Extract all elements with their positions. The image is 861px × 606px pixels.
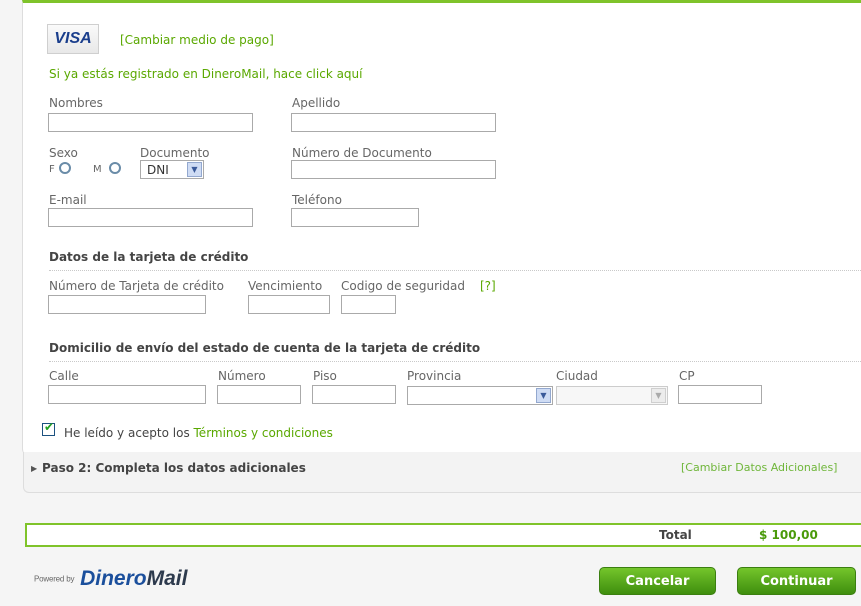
sexo-m-label: M [93,164,102,175]
address-section-divider [49,361,861,362]
address-section-title: Domicilio de envío del estado de cuenta … [49,341,481,355]
sexo-m-radio[interactable] [109,162,121,174]
security-code-help-link[interactable]: [?] [480,279,496,293]
ciudad-select[interactable]: ▼ [556,386,668,405]
address-numero-label: Número [218,369,266,383]
codigo-seguridad-label: Codigo de seguridad [341,279,465,293]
calle-label: Calle [49,369,79,383]
calle-input[interactable] [48,385,206,404]
visa-card-logo: VISA [47,24,99,54]
dineromail-logo: Powered by DineroMail [34,567,187,591]
card-number-label: Número de Tarjeta de crédito [49,279,224,293]
ciudad-label: Ciudad [556,369,598,383]
powered-by-text: Powered by [34,574,75,584]
telefono-input[interactable] [291,208,419,227]
vencimiento-input[interactable] [248,295,330,314]
total-bar: Total $ 100,00 [25,523,861,547]
numero-documento-label: Número de Documento [292,146,432,160]
change-payment-method-link[interactable]: [Cambiar medio de pago] [120,33,274,47]
check-icon: ✔ [44,420,55,434]
chevron-down-icon: ▼ [187,162,202,177]
apellido-input[interactable] [291,113,496,132]
codigo-seguridad-input[interactable] [341,295,396,314]
numero-documento-input[interactable] [291,160,496,179]
apellido-label: Apellido [292,96,341,110]
continue-button[interactable]: Continuar [737,567,856,595]
terms-checkbox[interactable]: ✔ [42,420,55,436]
piso-label: Piso [313,369,337,383]
step2-title: Paso 2: Completa los datos adicionales [42,461,306,475]
provincia-select[interactable]: ▼ [407,386,553,405]
brand-dinero: Dinero [80,567,147,590]
card-section-divider [49,270,861,271]
total-label: Total [659,528,692,542]
total-amount: $ 100,00 [759,528,818,542]
registered-login-link[interactable]: Si ya estás registrado en DineroMail, ha… [49,67,363,81]
brand-mail: Mail [146,567,188,590]
terms-link[interactable]: Términos y condiciones [194,426,333,440]
payment-form-panel: VISA [Cambiar medio de pago] Si ya estás… [22,0,861,455]
sexo-f-label: F [49,164,55,175]
email-label: E-mail [49,193,87,207]
sexo-f-radio[interactable] [59,162,71,174]
vencimiento-label: Vencimiento [248,279,323,293]
card-number-input[interactable] [48,295,206,314]
documento-select[interactable]: DNI ▼ [140,160,204,179]
card-section-title: Datos de la tarjeta de crédito [49,250,249,264]
step2-bar[interactable]: ▶ Paso 2: Completa los datos adicionales… [23,452,861,493]
address-numero-input[interactable] [217,385,301,404]
cancel-button[interactable]: Cancelar [599,567,716,595]
expand-arrow-icon: ▶ [31,464,38,473]
email-input[interactable] [48,208,253,227]
change-additional-data-link[interactable]: [Cambiar Datos Adicionales] [681,461,837,474]
telefono-label: Teléfono [292,193,342,207]
terms-text: He leído y acepto los Términos y condici… [64,426,333,440]
documento-label: Documento [140,146,210,160]
cp-input[interactable] [678,385,762,404]
nombres-label: Nombres [49,96,103,110]
terms-prefix: He leído y acepto los [64,426,194,440]
sexo-label: Sexo [49,146,78,160]
chevron-down-icon: ▼ [536,388,551,403]
cp-label: CP [679,369,695,383]
nombres-input[interactable] [48,113,253,132]
visa-logo-text: VISA [54,30,92,47]
piso-input[interactable] [312,385,396,404]
provincia-label: Provincia [407,369,462,383]
chevron-down-icon: ▼ [651,388,666,403]
documento-select-value: DNI [147,163,169,177]
